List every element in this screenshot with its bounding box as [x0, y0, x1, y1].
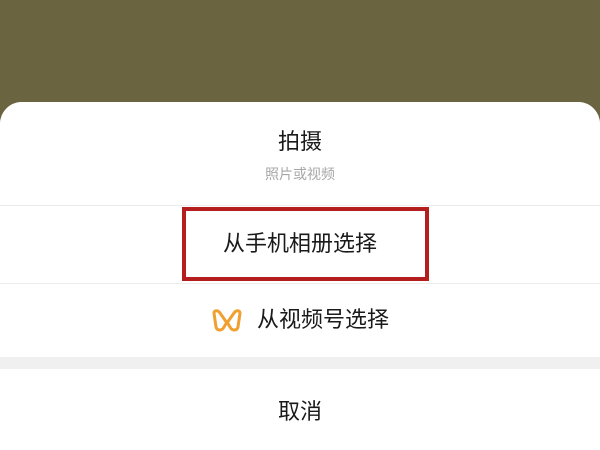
choose-from-channels-label: 从视频号选择: [256, 307, 389, 333]
choose-from-channels-option[interactable]: 从视频号选择: [0, 284, 600, 357]
choose-from-album-label: 从手机相册选择: [222, 231, 377, 257]
choose-from-album-option[interactable]: 从手机相册选择: [0, 206, 600, 283]
cancel-label: 取消: [277, 400, 322, 425]
take-photo-subtitle: 照片或视频: [265, 166, 335, 183]
action-sheet: 拍摄 照片或视频 从手机相册选择 从视频号选择 取消: [0, 102, 600, 450]
cancel-button[interactable]: 取消: [0, 369, 600, 450]
take-photo-option[interactable]: 拍摄 照片或视频: [0, 102, 600, 205]
wechat-channels-icon: [211, 308, 243, 333]
screen: 拍摄 照片或视频 从手机相册选择 从视频号选择 取消: [0, 0, 600, 450]
take-photo-title: 拍摄: [277, 129, 322, 155]
section-gap: [0, 357, 600, 369]
